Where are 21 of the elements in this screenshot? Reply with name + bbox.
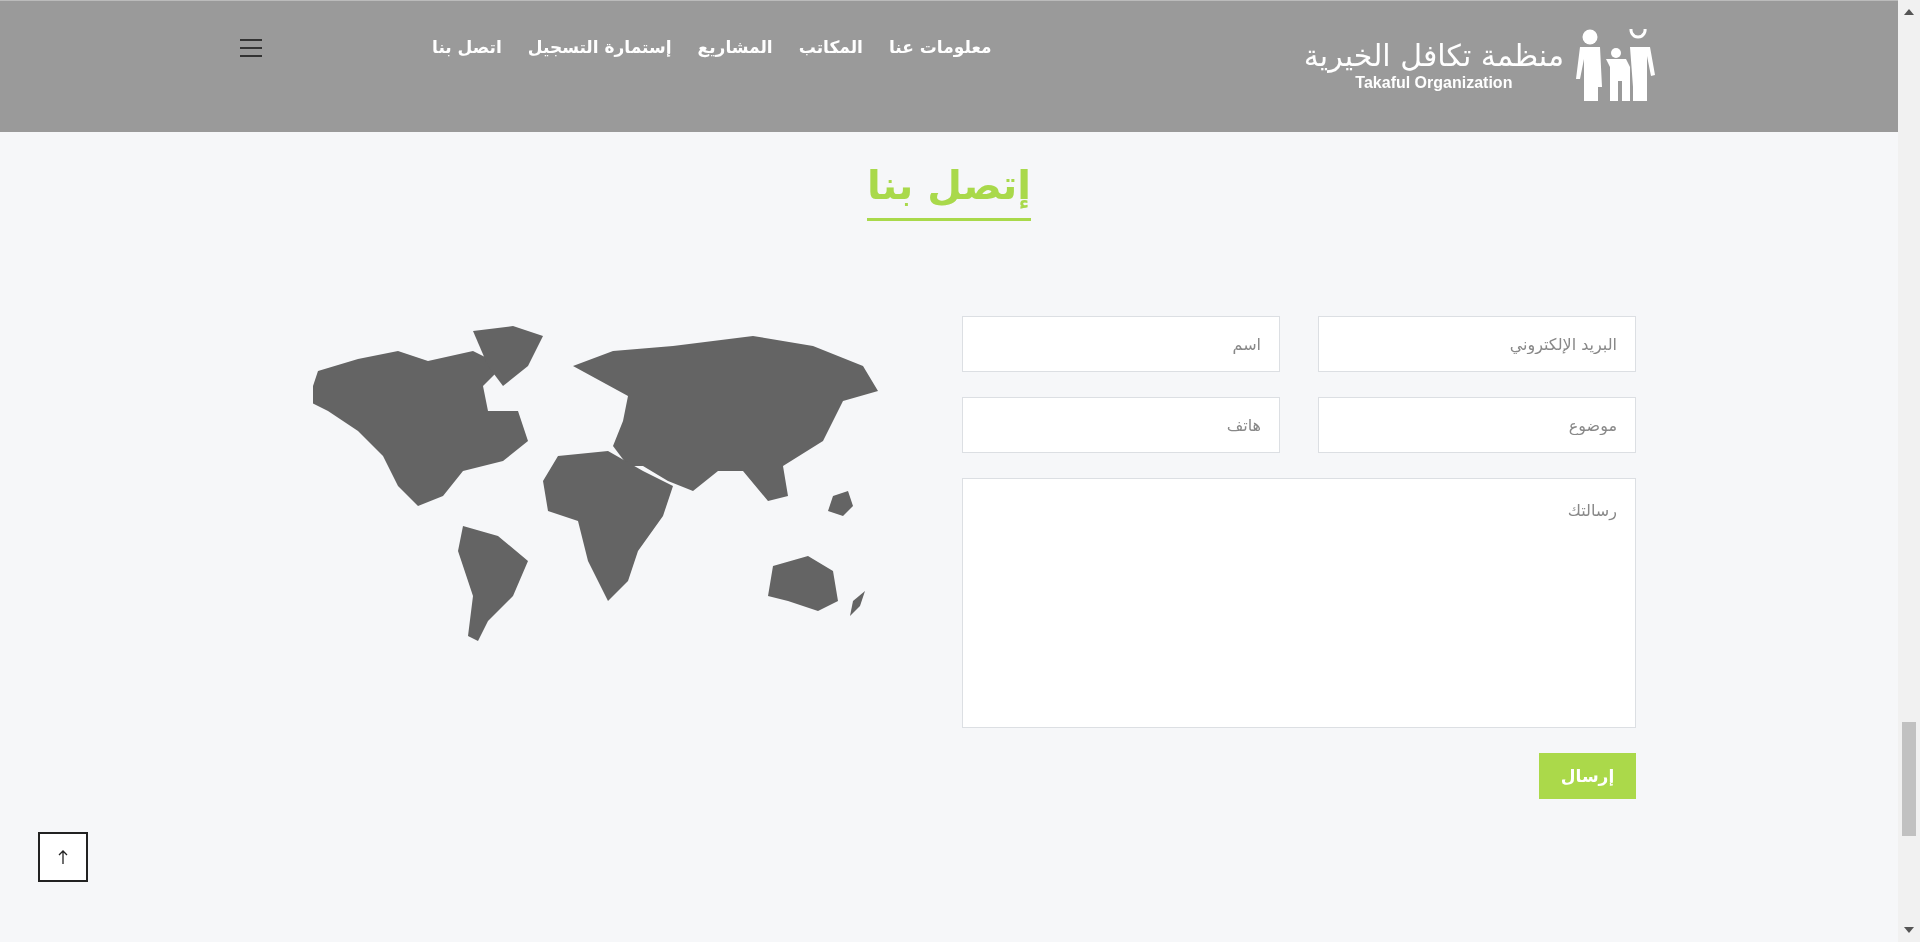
input-field[interactable]: اسم bbox=[962, 316, 1280, 372]
input-field[interactable]: البريد الإلكتروني bbox=[1318, 316, 1636, 372]
page-title: إتصل بنا bbox=[866, 162, 1032, 221]
nav-link[interactable]: اتصل بنا bbox=[432, 31, 502, 63]
nav-link[interactable]: المكاتب bbox=[798, 31, 863, 63]
scrollbar[interactable] bbox=[1898, 0, 1920, 942]
input-field[interactable]: موضوع bbox=[1318, 397, 1636, 453]
logo-arabic-text: منظمة تكافل الخيرية bbox=[1303, 38, 1564, 74]
send-button[interactable]: إرسال bbox=[1539, 753, 1636, 799]
scroll-down-icon[interactable] bbox=[1904, 926, 1914, 934]
nav-link[interactable]: معلومات عنا bbox=[888, 31, 992, 63]
scrollbar-thumb[interactable] bbox=[1902, 722, 1916, 836]
scroll-up-icon[interactable] bbox=[1904, 8, 1914, 16]
message-field[interactable]: رسالتك bbox=[962, 478, 1636, 728]
input-field[interactable]: هاتف bbox=[962, 397, 1280, 453]
nav-link[interactable]: إستمارة التسجيل bbox=[527, 31, 672, 63]
back-to-top-button[interactable] bbox=[38, 832, 88, 882]
nav-link[interactable]: المشاريع bbox=[697, 31, 773, 63]
menu-icon[interactable] bbox=[240, 39, 262, 57]
up-arrow-icon bbox=[58, 850, 68, 864]
logo-english-text: Takaful Organization bbox=[1355, 74, 1513, 92]
